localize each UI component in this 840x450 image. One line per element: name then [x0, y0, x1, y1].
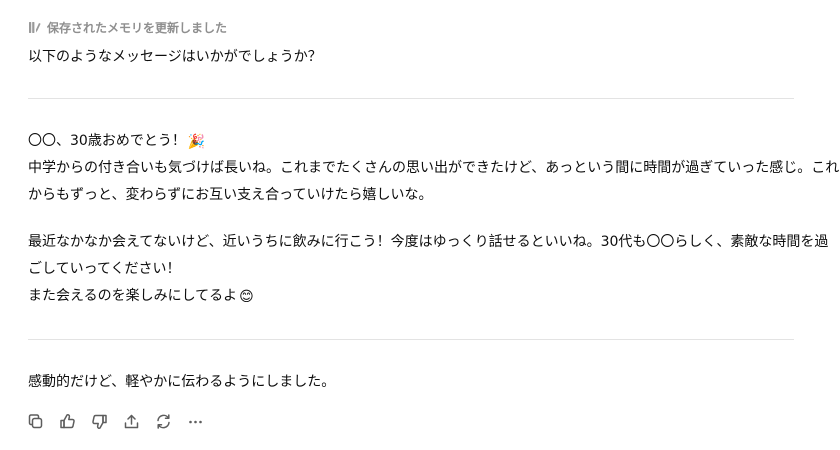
message-line: 最近なかなか会えてないけど、近いうちに飲みに行こう！今度はゆっくり話せるといいね… — [28, 234, 829, 250]
intro-text: 以下のようなメッセージはいかがでしょうか？ — [28, 49, 322, 65]
assistant-message-container: 保存されたメモリを更新しました 以下のようなメッセージはいかがでしょうか？ 〇〇… — [0, 0, 840, 450]
copy-button[interactable] — [26, 412, 45, 431]
message-line: また会えるのを楽しみにしてるよ 😊 — [28, 283, 794, 310]
more-options-button[interactable] — [186, 412, 205, 431]
smiling-face-emoji: 😊 — [239, 289, 254, 305]
share-button[interactable] — [122, 412, 141, 431]
memory-updated-text: 保存されたメモリを更新しました — [47, 20, 228, 35]
more-options-icon — [187, 413, 204, 430]
message-action-bar — [26, 410, 205, 432]
message-line-text: 〇〇、30歳おめでとう！ — [28, 133, 186, 149]
closing-text: 感動的だけど、軽やかに伝わるようにしました。 — [28, 374, 336, 390]
share-icon — [123, 413, 140, 430]
regenerate-button[interactable] — [154, 412, 173, 431]
message-line-text: また会えるのを楽しみにしてるよ — [28, 288, 238, 304]
party-popper-emoji: 🎉 — [187, 134, 206, 150]
message-line: 〇〇、30歳おめでとう！ 🎉 — [28, 128, 794, 155]
thumbs-down-button[interactable] — [90, 412, 109, 431]
memory-updated-notice[interactable]: 保存されたメモリを更新しました — [28, 18, 227, 36]
divider — [28, 339, 794, 340]
message-line: からもずっと、変わらずにお互い支え合っていけたら嬉しいな。 — [28, 187, 433, 203]
birthday-message-paragraph-2: 最近なかなか会えてないけど、近いうちに飲みに行こう！今度はゆっくり話せるといいね… — [28, 229, 829, 310]
regenerate-icon — [155, 413, 172, 430]
message-line: ごしていってください！ — [28, 261, 181, 277]
thumbs-up-button[interactable] — [58, 412, 77, 431]
copy-icon — [27, 413, 44, 430]
memory-pencil-icon — [28, 21, 41, 34]
divider — [28, 98, 794, 99]
birthday-message-paragraph-1: 〇〇、30歳おめでとう！ 🎉 中学からの付き合いも気づけば長いね。これまでたくさん… — [28, 128, 840, 209]
thumbs-up-icon — [59, 413, 76, 430]
message-line: 中学からの付き合いも気づけば長いね。これまでたくさんの思い出ができたけど、あっと… — [28, 160, 840, 176]
thumbs-down-icon — [91, 413, 108, 430]
